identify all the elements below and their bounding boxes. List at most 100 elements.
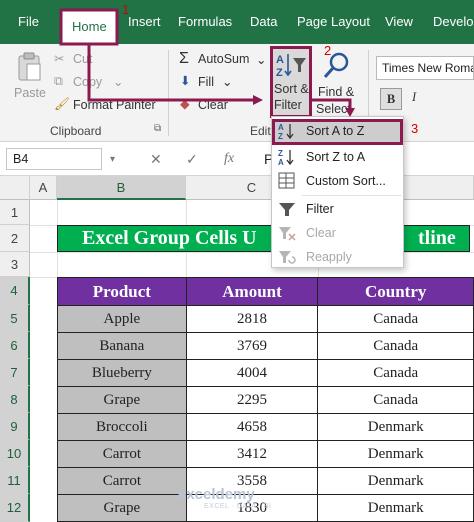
column-header-b[interactable]: B (57, 176, 186, 200)
sort-filter-label-1: Sort & (274, 82, 309, 96)
insert-function-icon[interactable]: fx (224, 151, 234, 167)
cell-product[interactable]: Grape (57, 494, 187, 522)
row-header-1[interactable]: 1 (0, 200, 30, 225)
cell-product[interactable]: Broccoli (57, 413, 187, 441)
cell-amount[interactable]: 4658 (185, 413, 319, 441)
cell-product[interactable]: Blueberry (57, 359, 187, 387)
find-select-label-2[interactable]: Select (316, 102, 351, 116)
autosum-button[interactable]: AutoSum (198, 52, 249, 66)
sort-a-to-z-icon: AZ (278, 122, 296, 141)
cell-country[interactable]: Denmark (317, 413, 474, 441)
menu-item-custom-sort[interactable]: Custom Sort... (272, 169, 403, 193)
row-header-11[interactable]: 11 (0, 467, 30, 494)
paste-button[interactable]: Paste (14, 86, 46, 100)
row-header-9[interactable]: 9 (0, 413, 30, 440)
cut-icon: ✂ (54, 52, 65, 66)
copy-dropdown-icon[interactable]: ⌄ (113, 74, 123, 89)
column-header-a[interactable]: A (30, 176, 57, 200)
cell-amount[interactable]: 2818 (185, 305, 319, 333)
cell-product[interactable]: Carrot (57, 467, 187, 495)
cell-country[interactable]: Denmark (317, 494, 474, 522)
row-header-6[interactable]: 6 (0, 332, 30, 359)
find-select-label-1[interactable]: Find & (318, 85, 354, 99)
svg-text:Z: Z (276, 67, 283, 78)
custom-sort-icon (278, 172, 296, 190)
header-amount[interactable]: Amount (185, 277, 319, 306)
italic-button[interactable]: I (412, 90, 416, 105)
cell-country[interactable]: Canada (317, 386, 474, 414)
select-all-corner[interactable] (0, 176, 30, 200)
bold-button[interactable]: B (380, 88, 402, 110)
cancel-icon[interactable]: ✕ (150, 151, 162, 168)
clipboard-group-label: Clipboard (50, 124, 102, 138)
cell-country[interactable]: Canada (317, 332, 474, 360)
tab-insert[interactable]: Insert (128, 0, 161, 44)
tab-data[interactable]: Data (250, 0, 277, 44)
menu-label-sort-z-to-a: Sort Z to A (306, 150, 366, 164)
svg-text:Z: Z (278, 132, 283, 140)
menu-label-clear: Clear (306, 226, 336, 240)
tab-file[interactable]: File (18, 0, 39, 44)
cell-country[interactable]: Canada (317, 305, 474, 333)
cell-amount[interactable]: 4004 (185, 359, 319, 387)
cell-country[interactable]: Canada (317, 359, 474, 387)
cell-amount[interactable]: 3769 (185, 332, 319, 360)
cell-product[interactable]: Grape (57, 386, 187, 414)
row-header-12[interactable]: 12 (0, 494, 30, 522)
svg-text:A: A (276, 54, 284, 66)
tab-home[interactable]: Home (62, 10, 117, 44)
row-header-5[interactable]: 5 (0, 305, 30, 332)
sort-filter-button[interactable]: A Z Sort & Filter (270, 46, 312, 118)
fill-dropdown-icon[interactable]: ⌄ (222, 74, 232, 89)
clear-icon: ◆ (180, 97, 190, 111)
tab-view[interactable]: View (385, 0, 413, 44)
format-painter-button[interactable]: Format Painter (73, 98, 156, 112)
watermark-logo: exceldemy (178, 486, 255, 503)
enter-icon[interactable]: ✓ (186, 151, 198, 168)
clipboard-launcher-icon[interactable]: ⧉ (154, 123, 161, 134)
row-header-7[interactable]: 7 (0, 359, 30, 386)
menu-label-filter: Filter (306, 202, 334, 216)
menu-item-sort-z-to-a[interactable]: ZA Sort Z to A (272, 145, 403, 169)
cell-country[interactable]: Denmark (317, 440, 474, 468)
filter-icon (278, 200, 296, 218)
cell-product[interactable]: Carrot (57, 440, 187, 468)
menu-item-reapply[interactable]: Reapply (272, 245, 403, 269)
name-box[interactable]: B4 (6, 148, 102, 170)
header-product[interactable]: Product (57, 277, 187, 306)
paste-icon[interactable] (16, 52, 42, 82)
ribbon-tab-bar: File Home Insert Formulas Data Page Layo… (0, 0, 474, 44)
menu-item-clear[interactable]: Clear (272, 221, 403, 245)
table-header-row: Product Amount Country (57, 277, 474, 306)
font-name-field[interactable]: Times New Roma (376, 56, 474, 80)
row-header-10[interactable]: 10 (0, 440, 30, 467)
menu-item-sort-a-to-z[interactable]: AZ Sort A to Z (272, 119, 403, 145)
autosum-dropdown-icon[interactable]: ⌄ (256, 52, 266, 67)
fill-button[interactable]: Fill (198, 75, 214, 89)
tab-page-layout[interactable]: Page Layout (297, 0, 370, 44)
tab-formulas[interactable]: Formulas (178, 0, 232, 44)
editing-group-label: Editi (250, 124, 274, 138)
cell-country[interactable]: Denmark (317, 467, 474, 495)
cut-button[interactable]: Cut (73, 52, 92, 66)
copy-button[interactable]: Copy (73, 75, 102, 89)
row-header-8[interactable]: 8 (0, 386, 30, 413)
autosum-icon: Σ (179, 50, 189, 67)
row-header-4[interactable]: 4 (0, 277, 30, 305)
sheet-title-text: Excel Group Cells U (82, 227, 257, 249)
tab-developer[interactable]: Develop (433, 0, 474, 44)
clear-button[interactable]: Clear (198, 98, 228, 112)
header-country[interactable]: Country (317, 277, 474, 306)
cell-amount[interactable]: 3412 (185, 440, 319, 468)
row-header-3[interactable]: 3 (0, 252, 30, 277)
row-header-2[interactable]: 2 (0, 225, 30, 252)
clear-filter-icon (278, 224, 296, 242)
cell-amount[interactable]: 2295 (185, 386, 319, 414)
name-box-dropdown-icon[interactable]: ▾ (110, 154, 115, 165)
sheet-title[interactable]: Excel Group Cells U tline (57, 225, 470, 252)
cell-product[interactable]: Banana (57, 332, 187, 360)
sort-filter-icon: A Z (275, 52, 307, 79)
menu-item-filter[interactable]: Filter (272, 197, 403, 221)
cell-product[interactable]: Apple (57, 305, 187, 333)
fill-icon: ⬇ (180, 74, 191, 88)
